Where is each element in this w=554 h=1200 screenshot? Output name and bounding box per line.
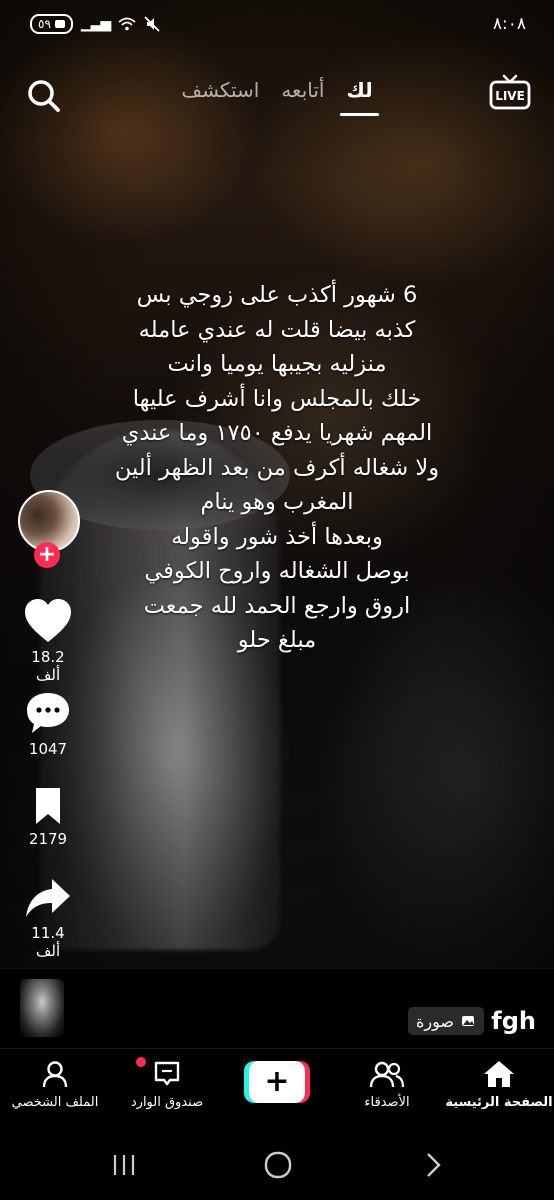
caption-line: اروق وارجع الحمد لله جمعت — [143, 592, 411, 619]
home-nav-button[interactable] — [258, 1150, 298, 1180]
caption-line: 6 شهور أكذب على زوجي بس — [136, 282, 418, 308]
live-label: LIVE — [495, 89, 525, 103]
photo-icon — [462, 1016, 474, 1026]
caption-line: خلك بالمجلس وانا أشرف عليها — [132, 385, 422, 412]
inbox-notification-dot — [136, 1057, 146, 1067]
signal-icon: ▁▃▅ — [80, 16, 111, 32]
tab-friends[interactable]: الأصدقاء — [332, 1059, 442, 1110]
clock: ٨:٠٨ — [492, 14, 526, 34]
caption-line: منزليه بجيبها يوميا وانت — [167, 351, 387, 377]
feed-tabs: استكشف أتابعه لك — [0, 78, 554, 116]
photo-badge-label: صورة — [416, 1011, 454, 1031]
friends-icon — [369, 1061, 405, 1088]
music-thumbnail[interactable] — [20, 979, 64, 1037]
caption-line: المغرب وهو ينام — [200, 489, 354, 515]
bookmark-icon — [36, 788, 60, 824]
recent-apps-button[interactable] — [104, 1150, 144, 1180]
home-icon — [484, 1061, 514, 1087]
tab-inbox[interactable]: صندوق الوارد — [112, 1059, 222, 1110]
recent-apps-icon — [113, 1155, 135, 1175]
creator-avatar-button[interactable]: + — [18, 490, 80, 570]
status-icons: ٥٩ ▁▃▅ — [30, 14, 160, 34]
wifi-icon — [118, 17, 136, 31]
caption-line: كذبه بيضا قلت له عندي عامله — [138, 316, 416, 343]
post-info-bar: صورة fgh — [0, 968, 554, 1049]
back-button[interactable] — [414, 1150, 454, 1180]
system-nav-bar — [0, 1130, 554, 1200]
tab-profile[interactable]: الملف الشخصي — [0, 1059, 110, 1110]
tab-profile-label: الملف الشخصي — [11, 1095, 99, 1110]
share-count: 11.4 ألف — [31, 924, 65, 960]
tab-following[interactable]: أتابعه — [281, 78, 324, 102]
tab-explore[interactable]: استكشف — [181, 78, 259, 102]
battery-icon: ٥٩ — [30, 14, 73, 34]
top-nav: استكشف أتابعه لك LIVE — [0, 70, 554, 130]
comment-icon — [27, 693, 69, 733]
heart-icon — [25, 599, 71, 642]
profile-icon — [42, 1061, 68, 1088]
circle-home-icon — [264, 1151, 292, 1179]
username[interactable]: fgh — [491, 1007, 536, 1035]
tab-for-you[interactable]: لك — [340, 78, 379, 116]
mute-icon — [144, 16, 160, 32]
follow-plus-button[interactable]: + — [34, 542, 60, 568]
share-button[interactable]: 11.4 ألف — [18, 876, 78, 960]
tab-home[interactable]: الصفحة الرئيسية — [444, 1059, 554, 1110]
chevron-right-icon — [427, 1153, 441, 1177]
save-count: 2179 — [28, 830, 68, 848]
caption-line: مبلغ حلو — [237, 627, 317, 653]
plus-icon: + — [249, 1061, 305, 1103]
post-caption: 6 شهور أكذب على زوجي بس كذبه بيضا قلت له… — [70, 278, 484, 658]
battery-level: ٥٩ — [38, 17, 51, 31]
comment-button[interactable]: 1047 — [18, 690, 78, 758]
like-count: 18.2 ألف — [31, 648, 65, 684]
tab-home-label: الصفحة الرئيسية — [445, 1095, 553, 1110]
caption-line: وبعدها أخذ شور واقوله — [171, 523, 383, 550]
status-bar: ٥٩ ▁▃▅ ٨:٠٨ — [0, 0, 554, 46]
bottom-tab-bar: الملف الشخصي صندوق الوارد + الأصدقاء الص… — [0, 1048, 554, 1131]
share-icon — [26, 879, 70, 917]
save-button[interactable]: 2179 — [18, 786, 78, 848]
tab-inbox-label: صندوق الوارد — [130, 1095, 204, 1110]
like-button[interactable]: 18.2 ألف — [18, 598, 78, 684]
caption-line: ولا شغاله أكرف من بعد الظهر ألين — [114, 454, 440, 481]
caption-line: المهم شهريا يدفع ١٧٥٠ وما عندي — [121, 420, 433, 446]
inbox-icon — [154, 1061, 180, 1086]
comment-count: 1047 — [28, 740, 68, 758]
photo-badge: صورة — [408, 1007, 484, 1035]
live-button[interactable]: LIVE — [488, 72, 532, 116]
create-button[interactable]: + — [244, 1061, 310, 1103]
tab-friends-label: الأصدقاء — [364, 1095, 410, 1110]
caption-line: بوصل الشغاله واروح الكوفي — [144, 558, 410, 584]
